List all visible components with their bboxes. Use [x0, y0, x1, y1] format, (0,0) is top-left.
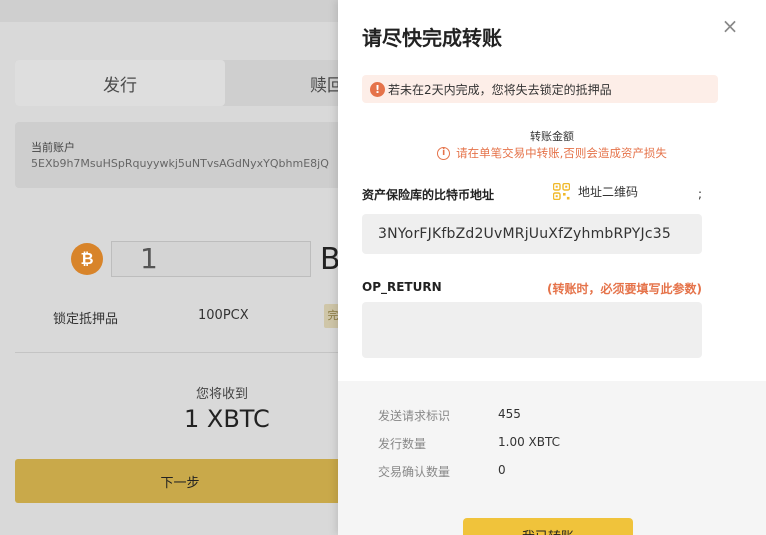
single-transfer-warning: i 请在单笔交易中转账,否则会造成资产损失: [338, 145, 766, 161]
close-icon[interactable]: ×: [720, 16, 740, 36]
info-label-issue-amount: 发行数量: [378, 437, 427, 451]
op-return-note: (转账时，必须要填写此参数): [547, 282, 702, 296]
op-return-field[interactable]: [362, 302, 702, 358]
divider: [15, 352, 345, 353]
info-value-request-id: 455: [498, 407, 521, 421]
info-label-request-id: 发送请求标识: [378, 409, 451, 423]
bitcoin-icon: ₿: [71, 243, 103, 275]
tab-issue[interactable]: 发行: [15, 60, 225, 106]
request-info-panel: 发送请求标识 455 发行数量 1.00 XBTC 交易确认数量 0: [338, 381, 766, 535]
exclamation-circle-icon: !: [370, 81, 385, 97]
qr-code-icon: [553, 183, 570, 200]
account-address: 5EXb9h7MsuHSpRquyywkj5uNTvsAGdNyxYQbhmE8…: [31, 157, 329, 170]
op-return-label: OP_RETURN: [362, 280, 442, 294]
vault-address-field[interactable]: 3NYorFJKfbZd2UvMRjUuXfZyhmbRPYJc35: [362, 214, 702, 254]
account-card: [15, 122, 345, 188]
transfer-drawer: 请尽快完成转账 × ! 若未在2天内完成，您将失去锁定的抵押品 转账金额 i 请…: [338, 0, 766, 535]
receive-label: 您将收到: [196, 387, 249, 402]
info-circle-icon: i: [437, 146, 451, 160]
transfer-amount-label: 转账金额: [530, 130, 574, 143]
account-label: 当前账户: [31, 141, 75, 154]
qr-code-label: 地址二维码: [578, 185, 639, 199]
next-button[interactable]: 下一步: [15, 459, 345, 503]
deadline-alert: ! 若未在2天内完成，您将失去锁定的抵押品: [362, 75, 718, 103]
drawer-title: 请尽快完成转账: [362, 26, 502, 50]
info-value-confirmations: 0: [498, 463, 506, 477]
amount-input[interactable]: 1: [111, 241, 311, 277]
lock-collateral-label: 锁定抵押品: [53, 312, 119, 327]
vault-address-label: 资产保险库的比特币地址: [362, 188, 495, 202]
warning-text: 请在单笔交易中转账,否则会造成资产损失: [456, 146, 667, 160]
confirm-transfer-button[interactable]: 我已转账: [463, 518, 633, 535]
lock-collateral-value: 100PCX: [198, 308, 249, 323]
receive-value: 1 XBTC: [184, 405, 270, 433]
semicolon-text: ;: [698, 187, 703, 201]
alert-text: 若未在2天内完成，您将失去锁定的抵押品: [388, 82, 612, 97]
info-label-confirmations: 交易确认数量: [378, 465, 451, 479]
qr-code-link[interactable]: 地址二维码: [553, 183, 638, 200]
info-value-issue-amount: 1.00 XBTC: [498, 435, 560, 449]
